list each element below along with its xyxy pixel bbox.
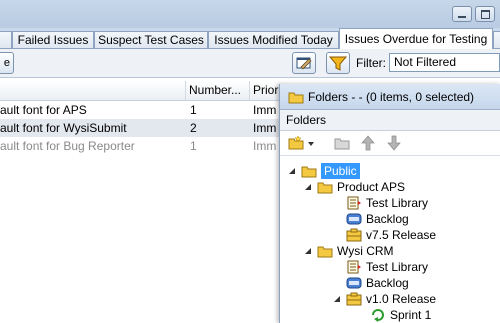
collapse-arrow-icon[interactable] — [304, 247, 312, 255]
filter-icon — [328, 56, 348, 71]
cell-number: 2 — [190, 121, 197, 135]
column-header-summary[interactable] — [0, 81, 186, 100]
folder-icon — [317, 182, 333, 194]
tree-label: Product APS — [337, 180, 406, 194]
release-icon — [346, 292, 362, 306]
cell-number: 1 — [190, 139, 197, 153]
tab-partial[interactable] — [0, 31, 12, 48]
tab-issues-overdue-for-testing[interactable]: Issues Overdue for Testing — [339, 28, 493, 49]
tree-label: v7.5 Release — [366, 228, 437, 242]
maximize-button[interactable] — [475, 6, 495, 22]
tab-bar: Failed Issues Suspect Test Cases Issues … — [0, 28, 500, 49]
filter-label: Filter: — [356, 56, 386, 70]
test-library-icon — [347, 196, 361, 210]
tree-label: Wysi CRM — [337, 244, 394, 258]
tab-suspect-test-cases[interactable]: Suspect Test Cases — [94, 31, 208, 48]
test-library-icon — [347, 260, 361, 274]
cell-summary: ault font for Bug Reporter — [0, 139, 135, 153]
filter-button[interactable] — [326, 52, 350, 74]
column-header-number[interactable]: Number... — [186, 81, 250, 100]
folders-toolbar — [280, 131, 500, 156]
delete-folder-icon[interactable] — [333, 135, 351, 151]
minimize-button[interactable] — [452, 6, 472, 22]
folders-panel-title: Folders - - (0 items, 0 selected) — [308, 90, 475, 104]
tree-label: Test Library — [366, 196, 429, 210]
tree-label: Public — [321, 163, 360, 179]
collapse-arrow-icon[interactable] — [304, 183, 312, 191]
move-up-icon[interactable] — [360, 135, 376, 151]
edit-icon — [296, 57, 312, 70]
filter-dropdown[interactable]: Not Filtered — [389, 53, 500, 72]
new-folder-button[interactable] — [288, 135, 318, 151]
cell-summary: ault font for WysiSubmit — [0, 121, 127, 135]
folder-icon — [301, 166, 317, 178]
table-row[interactable]: ault font for WysiSubmit 2 Imm — [0, 119, 290, 137]
cell-summary: ault font for APS — [0, 103, 87, 117]
folders-panel: Folders - - (0 items, 0 selected) Folder… — [279, 84, 500, 323]
tree-label: Sprint 1 — [390, 308, 432, 322]
sprint-icon — [372, 309, 384, 322]
folder-icon — [288, 92, 304, 104]
tree-label: v1.0 Release — [366, 292, 437, 306]
move-down-icon[interactable] — [386, 135, 402, 151]
folders-section-label: Folders — [286, 113, 327, 127]
title-strip — [0, 0, 500, 28]
backlog-icon — [346, 277, 362, 289]
folder-icon — [317, 246, 333, 258]
table-row[interactable]: ault font for Bug Reporter 1 Imm — [0, 137, 290, 155]
tab-issues-modified-today[interactable]: Issues Modified Today — [208, 31, 339, 48]
partial-button[interactable]: e — [0, 52, 14, 74]
new-folder-icon — [288, 135, 314, 150]
grid-header: Number... Prior — [0, 81, 290, 101]
edit-button[interactable] — [292, 52, 316, 74]
folders-panel-title-bar: Folders - - (0 items, 0 selected) — [280, 84, 500, 110]
collapse-arrow-icon[interactable] — [288, 167, 296, 175]
collapse-arrow-icon[interactable] — [333, 295, 341, 303]
folders-section-header: Folders — [280, 110, 500, 131]
backlog-icon — [346, 213, 362, 225]
table-row[interactable]: ault font for APS 1 Imm — [0, 101, 290, 119]
tree-label: Backlog — [366, 276, 409, 290]
tree-label: Test Library — [366, 260, 429, 274]
release-icon — [346, 228, 362, 242]
tab-partial-right[interactable] — [493, 31, 500, 48]
cell-number: 1 — [190, 103, 197, 117]
tab-failed-issues[interactable]: Failed Issues — [12, 31, 94, 48]
tree-label: Backlog — [366, 212, 409, 226]
